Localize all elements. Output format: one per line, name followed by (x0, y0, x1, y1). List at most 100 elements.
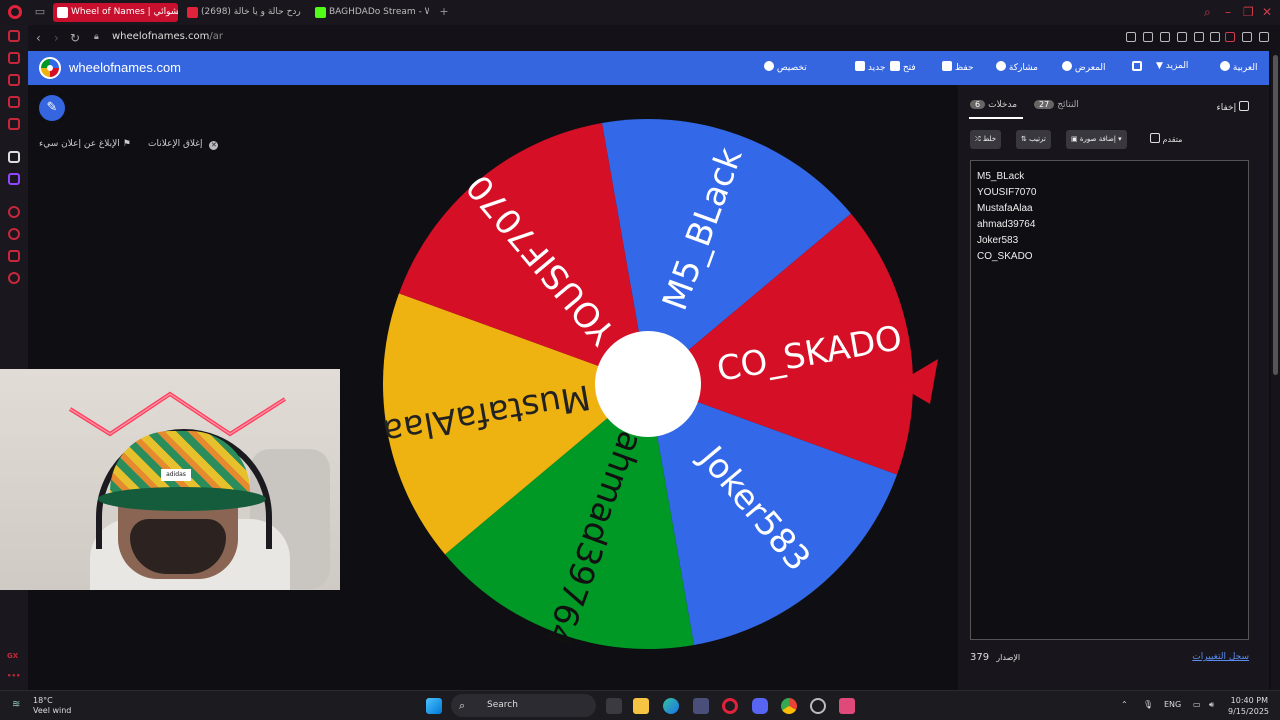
youtube-favicon-icon (187, 7, 198, 18)
sort-icon: ⇅ (1021, 135, 1027, 143)
app-icon[interactable] (839, 698, 855, 714)
gallery-button[interactable]: المعرض (1058, 61, 1106, 73)
checkbox-icon (1150, 133, 1160, 143)
adidas-logo-icon: adidas (161, 469, 191, 481)
customize-button[interactable]: تخصيص (760, 61, 807, 73)
discord-icon[interactable] (752, 698, 768, 714)
new-button[interactable]: جديد (851, 61, 885, 73)
save-button[interactable]: حفظ (938, 61, 974, 73)
entries-textarea[interactable]: M5_BLack YOUSIF7070 MustafaAlaa ahmad397… (970, 160, 1249, 640)
new-file-icon (855, 61, 865, 71)
page-scrollbar[interactable] (1271, 51, 1280, 690)
webcam-overlay: adidas (0, 369, 340, 590)
shuffle-button[interactable]: ⤮ خلط (970, 130, 1002, 149)
new-tab-button[interactable]: + (438, 6, 450, 18)
tab-islands-icon[interactable]: ▭ (34, 6, 46, 18)
wheel[interactable]: M5_BLack CO_SKADO Joker583 ahmad39764 Mustaf… (380, 119, 938, 652)
edit-pencil-button[interactable]: ✎ (39, 95, 65, 121)
tab-active-indicator (969, 117, 1023, 119)
open-button[interactable]: فتح (886, 61, 916, 73)
shuffle-icon: ⤮ (975, 135, 981, 143)
address-bar: ‹ › ↻ 🔒︎ wheelofnames.com/ar (28, 25, 1280, 51)
sidebar-gx-icon[interactable]: GX (7, 652, 18, 660)
sidebar-settings-icon[interactable] (8, 272, 20, 284)
fullscreen-icon (1132, 61, 1142, 71)
sidebar-messenger-icon[interactable] (8, 96, 20, 108)
wheel-svg[interactable]: M5_BLackCO_SKADOJoker583ahmad39764Mustaf… (380, 119, 938, 652)
changelog-link[interactable]: سجل التغييرات (1192, 652, 1249, 662)
file-explorer-icon[interactable] (633, 698, 649, 714)
sidebar-instagram-icon[interactable] (8, 118, 20, 130)
sidebar-bag-icon[interactable] (8, 74, 20, 86)
wheel-favicon-icon (57, 7, 68, 18)
microphone-icon[interactable]: 🎙︎ (1143, 700, 1153, 709)
language-button[interactable]: العربية (1216, 61, 1257, 73)
sidebar-player-icon[interactable] (8, 206, 20, 218)
store-icon[interactable] (693, 698, 709, 714)
close-ads-link[interactable]: إغلاق الإعلانات ✕ (148, 139, 219, 150)
language-indicator[interactable]: ENG (1164, 700, 1181, 709)
url-field[interactable]: wheelofnames.com/ar (112, 31, 223, 42)
taskbar-search[interactable]: ⌕ Search (451, 694, 596, 717)
tab-kick-stream[interactable]: BAGHDADo Stream - Watch (311, 3, 429, 22)
search-icon (1062, 61, 1072, 71)
sidebar-twitch-icon[interactable] (8, 173, 20, 185)
minimize-icon[interactable]: – (1225, 5, 1231, 19)
sidebar-history-icon[interactable] (8, 228, 20, 240)
search-tabs-icon[interactable]: ⌕ (1204, 5, 1211, 20)
download-icon[interactable] (1242, 32, 1252, 42)
wheel-logo-icon[interactable] (39, 57, 61, 79)
heart-icon[interactable] (1210, 32, 1220, 42)
vpn-icon[interactable] (1177, 32, 1187, 42)
sidebar-refresh-icon[interactable] (8, 30, 20, 42)
report-ad-link[interactable]: الإبلاغ عن إعلان سيء ⚑ (39, 139, 131, 149)
adblock-icon[interactable] (1160, 32, 1170, 42)
snapshot-icon[interactable] (1143, 32, 1153, 42)
sidebar-more-icon[interactable]: ••• (7, 672, 20, 680)
volume-icon[interactable]: 🔊︎ (1209, 700, 1214, 710)
sidebar-kick-icon[interactable] (8, 151, 20, 163)
player-icon[interactable] (1194, 32, 1204, 42)
close-circle-icon: ✕ (209, 141, 219, 150)
forward-icon[interactable]: › (54, 31, 59, 45)
tab-wheel-of-names[interactable]: Wheel of Names | عشوائي (53, 3, 178, 22)
wheel-center-hub[interactable] (595, 331, 701, 437)
maximize-icon[interactable]: ❐ (1243, 5, 1254, 19)
add-image-button[interactable]: ▣ إضافة صورة ▾ (1066, 130, 1127, 149)
windows-start-icon[interactable] (426, 698, 442, 714)
list-item: YOUSIF7070 (977, 187, 1037, 198)
tab-results[interactable]: 27 النتائج (1034, 100, 1079, 110)
system-clock[interactable]: 10:40 PM 9/15/2025 (1228, 695, 1269, 717)
opera-gx-icon[interactable] (722, 698, 738, 714)
profile-icon[interactable] (1225, 32, 1235, 42)
reload-icon[interactable]: ↻ (70, 31, 80, 45)
tab-youtube[interactable]: (2698) ردح حالة و يا خالة - (183, 3, 301, 22)
edge-icon[interactable] (663, 698, 679, 714)
more-menu-button[interactable]: ▼ المزيد (1156, 61, 1188, 71)
kick-favicon-icon (315, 7, 326, 18)
hide-checkbox[interactable]: إخفاء (1217, 101, 1249, 113)
scrollbar-thumb[interactable] (1273, 55, 1278, 375)
image-icon: ▣ (1071, 135, 1078, 143)
network-icon[interactable]: ▭ (1193, 700, 1201, 709)
advanced-checkbox[interactable]: متقدم (1150, 133, 1182, 144)
sidebar-flow-icon[interactable] (8, 52, 20, 64)
easy-setup-icon[interactable] (1259, 32, 1269, 42)
sidebar-extensions-icon[interactable] (8, 250, 20, 262)
site-name[interactable]: wheelofnames.com (69, 60, 181, 75)
palette-icon (764, 61, 774, 71)
globe-icon (1220, 61, 1230, 71)
tab-entries[interactable]: 6 مدخلات (970, 100, 1017, 110)
opera-logo-icon[interactable] (8, 5, 22, 19)
back-icon[interactable]: ‹ (36, 31, 41, 45)
list-item: CO_SKADO (977, 251, 1033, 262)
close-window-icon[interactable]: ✕ (1262, 5, 1272, 19)
bookmark-icon[interactable] (1126, 32, 1136, 42)
tray-chevron-up-icon[interactable]: ⌃ (1121, 700, 1128, 709)
obs-icon[interactable] (810, 698, 826, 714)
sort-button[interactable]: ⇅ ترتيب (1016, 130, 1051, 149)
task-view-icon[interactable] (606, 698, 622, 714)
share-button[interactable]: مشاركة (992, 61, 1038, 73)
fullscreen-button[interactable] (1128, 61, 1142, 73)
chrome-icon[interactable] (781, 698, 797, 714)
